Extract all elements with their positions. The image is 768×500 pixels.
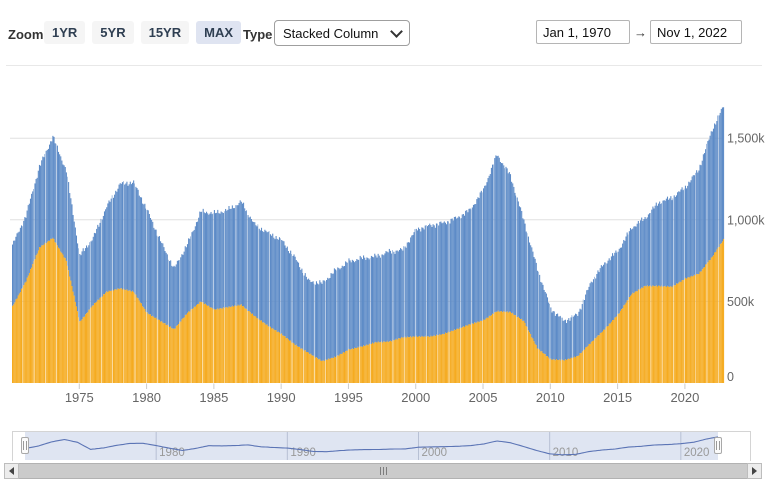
svg-text:2015: 2015 <box>603 390 632 405</box>
svg-text:1995: 1995 <box>334 390 363 405</box>
navigator-right-handle-icon[interactable] <box>714 437 722 454</box>
arrow-left-icon <box>9 467 14 475</box>
navigator-chart: 19801990200020102020 <box>13 432 750 460</box>
horizontal-scrollbar[interactable] <box>4 463 762 479</box>
svg-text:1,000k: 1,000k <box>727 213 765 227</box>
scroll-left-button[interactable] <box>4 463 19 479</box>
svg-text:1975: 1975 <box>65 390 94 405</box>
svg-text:2000: 2000 <box>422 447 448 459</box>
svg-text:2020: 2020 <box>684 447 710 459</box>
svg-text:2010: 2010 <box>553 447 579 459</box>
svg-text:500k: 500k <box>727 295 755 309</box>
chart-app: { "toolbar": { "zoom_label": "Zoom", "zo… <box>0 0 768 500</box>
svg-text:2010: 2010 <box>536 390 565 405</box>
svg-text:0: 0 <box>727 370 734 384</box>
svg-text:1980: 1980 <box>132 390 161 405</box>
main-chart: 0 500k 1,000k 1,500k 1975 1980 1985 1990 1995 200… <box>0 0 768 412</box>
arrow-right-icon <box>752 467 757 475</box>
grip-icon <box>380 467 381 475</box>
svg-text:1985: 1985 <box>199 390 228 405</box>
svg-text:1990: 1990 <box>267 390 296 405</box>
svg-text:2005: 2005 <box>469 390 498 405</box>
svg-text:1,500k: 1,500k <box>727 132 765 146</box>
scrollbar-thumb[interactable] <box>19 463 747 479</box>
svg-text:2020: 2020 <box>670 390 699 405</box>
navigator[interactable]: 19801990200020102020 <box>12 431 751 461</box>
scroll-right-button[interactable] <box>747 463 762 479</box>
svg-text:2000: 2000 <box>401 390 430 405</box>
navigator-left-handle-icon[interactable] <box>21 437 29 454</box>
